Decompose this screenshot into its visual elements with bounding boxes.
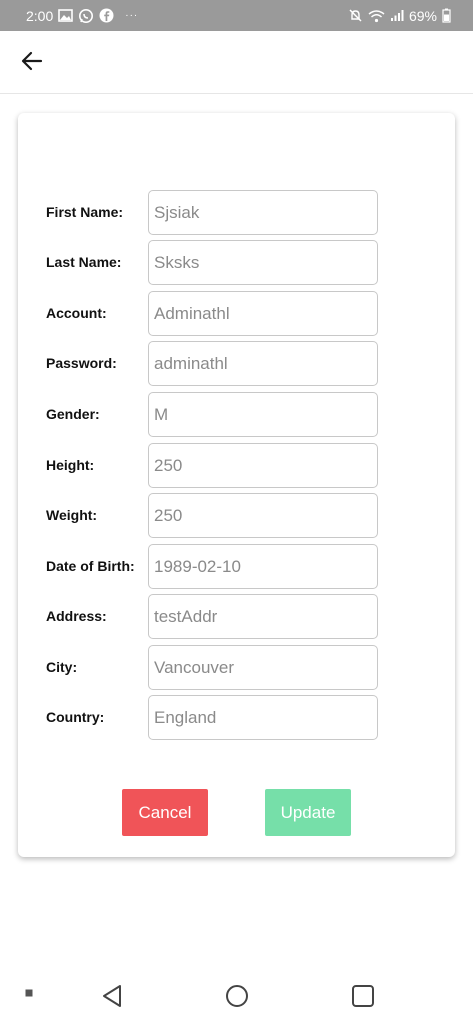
country-label: Country: bbox=[46, 709, 105, 725]
first-name-field[interactable]: Sjsiak bbox=[148, 190, 378, 235]
status-bar: 2:00 ··· 69% bbox=[0, 0, 473, 31]
form-row-weight: Weight: 250 bbox=[18, 493, 455, 538]
update-button[interactable]: Update bbox=[265, 789, 351, 836]
first-name-label: First Name: bbox=[46, 204, 124, 220]
form-row-height: Height: 250 bbox=[18, 443, 455, 488]
status-left: 2:00 ··· bbox=[26, 8, 138, 24]
weight-label: Weight: bbox=[46, 507, 98, 523]
battery-percent: 69% bbox=[408, 7, 437, 24]
gender-label: Gender: bbox=[46, 406, 100, 422]
height-label: Height: bbox=[46, 457, 95, 473]
form-row-city: City: Vancouver bbox=[18, 645, 455, 690]
form-row-country: Country: England bbox=[18, 695, 455, 740]
gender-field[interactable]: M bbox=[148, 392, 378, 437]
address-label: Address: bbox=[46, 608, 107, 624]
wifi-icon bbox=[368, 9, 385, 23]
form-row-date-of-birth: Date of Birth: 1989-02-10 bbox=[18, 544, 455, 589]
form-row-password: Password: adminathl bbox=[18, 341, 455, 386]
system-nav-bar bbox=[0, 964, 473, 1024]
date-of-birth-label: Date of Birth: bbox=[46, 558, 135, 574]
whatsapp-icon bbox=[78, 8, 94, 24]
account-field[interactable]: Adminathl bbox=[148, 291, 378, 336]
home-circle-icon[interactable] bbox=[221, 980, 253, 1012]
password-label: Password: bbox=[46, 355, 117, 371]
password-field[interactable]: adminathl bbox=[148, 341, 378, 386]
battery-icon bbox=[442, 8, 451, 23]
city-label: City: bbox=[46, 659, 78, 675]
address-field[interactable]: testAddr bbox=[148, 594, 378, 639]
form-row-first-name: First Name: Sjsiak bbox=[18, 190, 455, 235]
facebook-icon bbox=[99, 8, 114, 23]
back-button[interactable] bbox=[14, 45, 50, 81]
signal-icon bbox=[390, 9, 404, 22]
status-right: 69% bbox=[348, 8, 451, 24]
last-name-field[interactable]: Sksks bbox=[148, 240, 378, 285]
recents-dot-icon[interactable] bbox=[22, 986, 36, 1000]
form-row-address: Address: testAddr bbox=[18, 594, 455, 639]
city-field[interactable]: Vancouver bbox=[148, 645, 378, 690]
overview-square-icon[interactable] bbox=[347, 980, 379, 1012]
status-time: 2:00 bbox=[26, 7, 54, 24]
form-row-gender: Gender: M bbox=[18, 392, 455, 437]
cancel-button[interactable]: Cancel bbox=[122, 789, 208, 836]
app-bar bbox=[0, 31, 473, 94]
mute-icon bbox=[348, 8, 363, 23]
profile-form-card: First Name: Sjsiak Last Name: Sksks Acco… bbox=[18, 113, 455, 857]
country-field[interactable]: England bbox=[148, 695, 378, 740]
gallery-icon bbox=[58, 8, 74, 23]
form-row-last-name: Last Name: Sksks bbox=[18, 240, 455, 285]
status-overflow: ··· bbox=[125, 10, 139, 21]
back-triangle-icon[interactable] bbox=[96, 980, 128, 1012]
date-of-birth-field[interactable]: 1989-02-10 bbox=[148, 544, 378, 589]
height-field[interactable]: 250 bbox=[148, 443, 378, 488]
form-row-account: Account: Adminathl bbox=[18, 291, 455, 336]
last-name-label: Last Name: bbox=[46, 254, 122, 270]
weight-field[interactable]: 250 bbox=[148, 493, 378, 538]
account-label: Account: bbox=[46, 305, 107, 321]
arrow-left-icon bbox=[21, 51, 43, 76]
